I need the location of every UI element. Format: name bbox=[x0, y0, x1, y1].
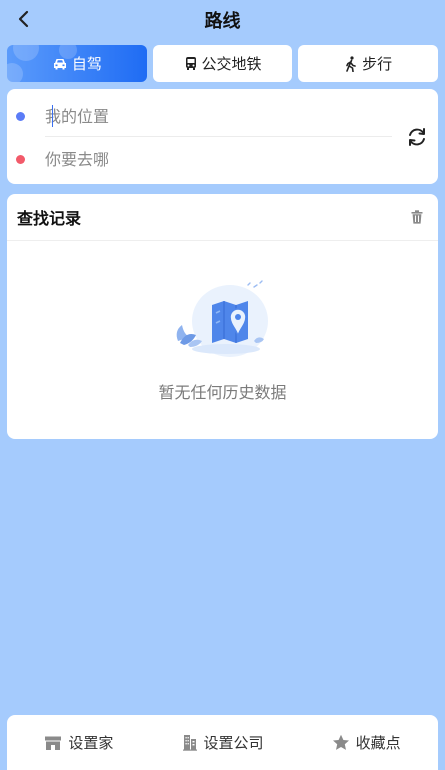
star-icon bbox=[332, 734, 349, 750]
tab-label: 公交地铁 bbox=[201, 55, 262, 73]
destination-row bbox=[7, 136, 392, 182]
empty-state-text: 暂无任何历史数据 bbox=[158, 383, 287, 402]
set-company-label: 设置公司 bbox=[203, 734, 264, 752]
route-input-card bbox=[7, 89, 438, 184]
favorites-button[interactable]: 收藏点 bbox=[294, 732, 438, 753]
text-cursor bbox=[52, 105, 53, 127]
swap-route-button[interactable] bbox=[404, 124, 430, 150]
history-title: 查找记录 bbox=[17, 209, 82, 228]
tab-label: 自驾 bbox=[71, 55, 102, 73]
tab-label: 步行 bbox=[362, 55, 393, 73]
bus-icon bbox=[185, 57, 196, 70]
search-history-card: 查找记录 暂无任何历史数据 bbox=[7, 194, 438, 439]
set-home-label: 设置家 bbox=[68, 734, 114, 752]
tab-walk[interactable]: 步行 bbox=[298, 45, 439, 82]
history-header: 查找记录 bbox=[7, 194, 438, 241]
page-title: 路线 bbox=[204, 11, 241, 32]
destination-dot bbox=[16, 154, 25, 164]
car-icon bbox=[53, 58, 66, 69]
tab-decoration bbox=[13, 45, 39, 61]
set-company-button[interactable]: 设置公司 bbox=[151, 732, 295, 753]
tab-drive[interactable]: 自驾 bbox=[7, 45, 147, 82]
destination-input[interactable] bbox=[45, 149, 345, 169]
origin-dot bbox=[16, 111, 25, 121]
origin-input[interactable] bbox=[45, 106, 345, 126]
empty-map-illustration bbox=[176, 280, 268, 357]
travel-mode-tabs: 自驾 公交地铁 步行 bbox=[7, 45, 439, 83]
walk-icon bbox=[346, 55, 356, 72]
origin-row bbox=[7, 93, 392, 139]
header-bar: 路线 bbox=[0, 0, 445, 38]
clear-history-button[interactable] bbox=[406, 206, 428, 228]
home-icon bbox=[45, 736, 62, 750]
swap-icon bbox=[409, 128, 425, 146]
trash-icon bbox=[411, 210, 423, 224]
bottom-shortcut-bar: 设置家 设置公司 收藏点 bbox=[7, 715, 438, 770]
tab-decoration bbox=[7, 63, 23, 82]
set-home-button[interactable]: 设置家 bbox=[7, 732, 151, 753]
building-icon bbox=[182, 735, 197, 751]
favorites-label: 收藏点 bbox=[355, 734, 401, 752]
tab-transit[interactable]: 公交地铁 bbox=[152, 45, 293, 82]
